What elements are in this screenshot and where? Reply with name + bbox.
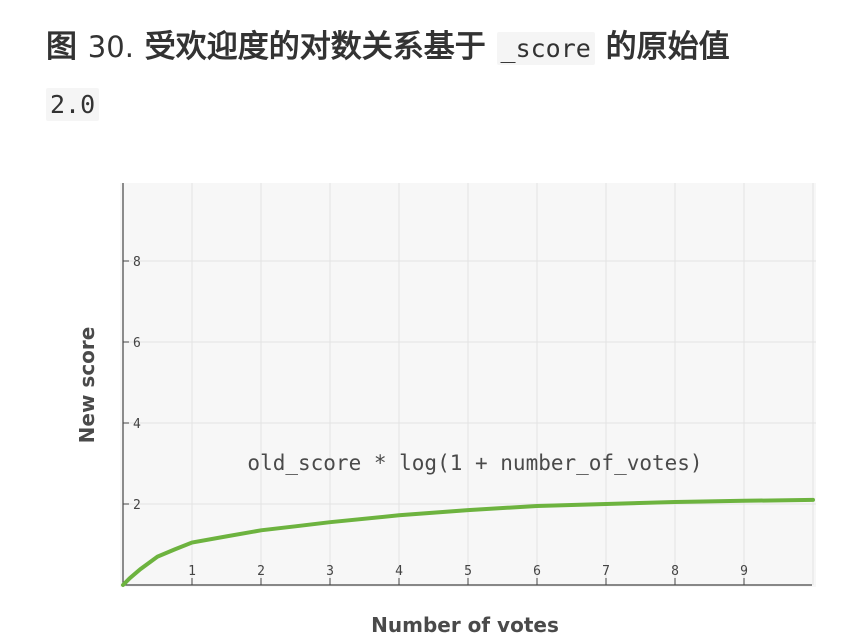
x-tick-label: 8 bbox=[671, 564, 679, 579]
x-axis-title: Number of votes bbox=[371, 613, 559, 637]
chart: 1 2 3 4 5 6 7 8 9 2 4 6 8 old_score * log(1 + number… bbox=[75, 183, 816, 637]
x-tick-label: 2 bbox=[257, 564, 265, 579]
y-tick-label: 2 bbox=[133, 498, 141, 513]
y-tick-label: 8 bbox=[133, 255, 141, 270]
formula-annotation: old_score * log(1 + number_of_votes) bbox=[247, 451, 702, 475]
x-tick-label: 7 bbox=[602, 564, 610, 579]
x-tick-label: 1 bbox=[188, 564, 196, 579]
x-tick-label: 6 bbox=[533, 564, 541, 579]
x-tick-label: 5 bbox=[464, 564, 472, 579]
x-tick-label: 4 bbox=[395, 564, 403, 579]
y-tick-label: 6 bbox=[133, 336, 141, 351]
y-axis-title: New score bbox=[75, 327, 99, 444]
x-tick-label: 3 bbox=[326, 564, 334, 579]
x-tick-label: 9 bbox=[740, 564, 748, 579]
y-tick-label: 4 bbox=[133, 417, 141, 432]
